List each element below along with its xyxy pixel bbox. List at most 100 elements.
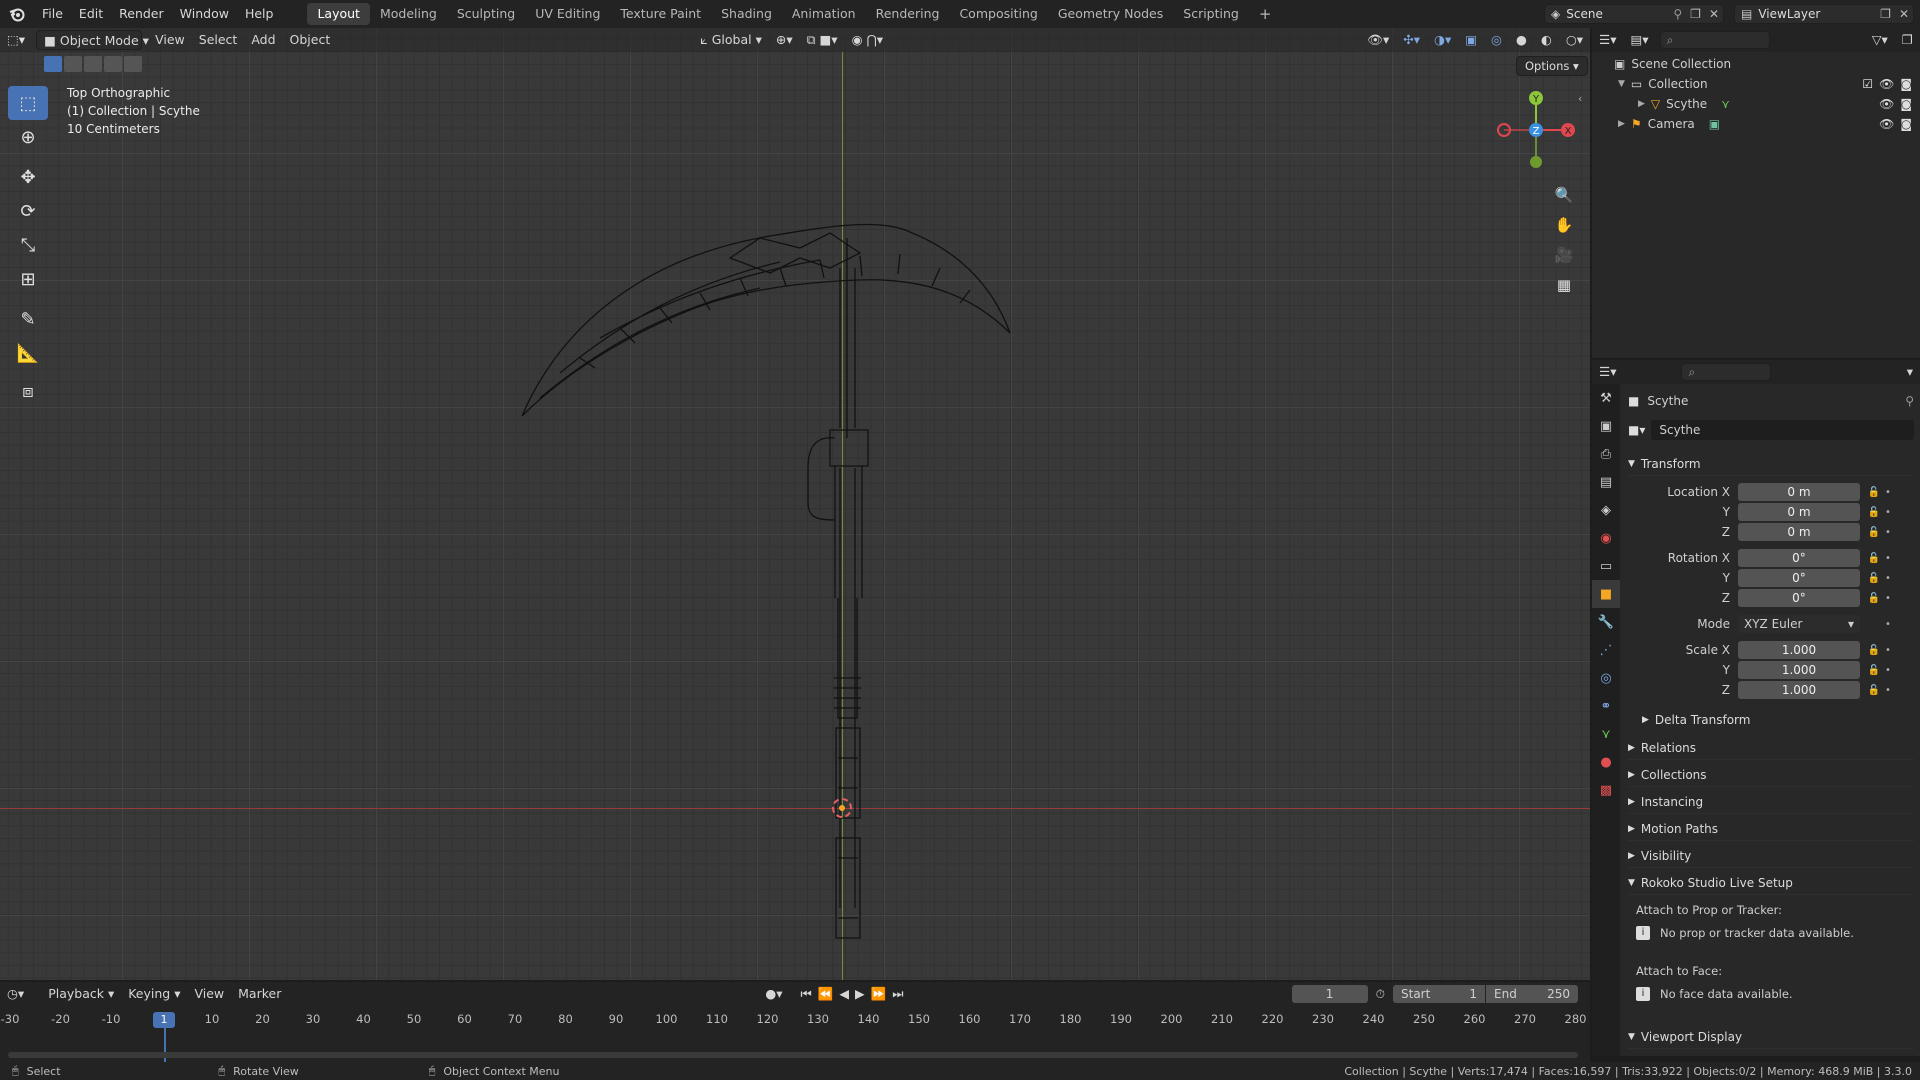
scene-selector[interactable]: ◈ Scene ⚲ ❐ ✕ [1544,4,1724,24]
new-view-layer-icon[interactable]: ❐ [1876,7,1895,21]
keyframe-dot-icon[interactable]: • [1882,645,1894,656]
measure-tool-icon[interactable]: 📐 [8,336,48,370]
outliner-row-scythe[interactable]: ▶ ▽ Scythe ⋎ 👁 ◙ [1592,94,1920,114]
pivot-point-icon[interactable]: ⊕▾ [769,30,800,50]
texture-tab-icon[interactable]: ▩ [1592,776,1620,804]
gizmo-y-negative[interactable] [1530,156,1542,168]
select-box-tool-icon[interactable]: ⬚ [8,86,48,120]
outliner-search-input[interactable]: ⌕ [1659,31,1770,49]
keying-menu[interactable]: Keying ▾ [121,984,187,1004]
instancing-panel-header[interactable]: ▶ Instancing [1628,790,1914,814]
expand-arrow-icon[interactable]: ▼ [1618,79,1625,89]
zoom-icon[interactable]: 🔍 [1551,182,1577,208]
output-tab-icon[interactable]: ⎙ [1592,440,1620,468]
shading-solid-icon[interactable]: ● [1509,30,1534,50]
playhead-frame-marker[interactable]: 1 [153,1012,175,1028]
keyframe-dot-icon[interactable]: • [1882,507,1894,518]
world-tab-icon[interactable]: ◉ [1592,524,1620,552]
play-icon[interactable]: ▶ [852,984,868,1004]
workspace-tab-rendering[interactable]: Rendering [866,3,950,25]
visibility-panel-header[interactable]: ▶ Visibility [1628,844,1914,868]
rokoko-panel-header[interactable]: ▼ Rokoko Studio Live Setup [1628,871,1914,895]
lock-icon[interactable]: 🔓 [1866,685,1882,696]
workspace-tab-animation[interactable]: Animation [782,3,866,25]
workspace-tab-shading[interactable]: Shading [711,3,782,25]
view-layer-selector[interactable]: ▤ ViewLayer ❐ ✕ [1734,4,1914,24]
relations-panel-header[interactable]: ▶ Relations [1628,736,1914,760]
transform-panel-header[interactable]: ▼ Transform [1628,452,1914,476]
menu-window[interactable]: Window [172,0,237,28]
motion-paths-panel-header[interactable]: ▶ Motion Paths [1628,817,1914,841]
select-subtract-icon[interactable] [84,56,102,72]
timeline-scrollbar[interactable] [8,1052,1578,1058]
lock-icon[interactable]: 🔓 [1866,527,1882,538]
select-new-icon[interactable] [44,56,62,72]
menu-select[interactable]: Select [192,30,245,50]
workspace-tab-modeling[interactable]: Modeling [370,3,447,25]
viewport-display-panel-header[interactable]: ▼ Viewport Display [1628,1025,1914,1049]
location-x-field[interactable]: 0 m [1738,483,1860,501]
shading-wireframe-icon[interactable]: ◎ [1484,30,1509,50]
jump-next-keyframe-icon[interactable]: ⏩ [868,984,890,1004]
modifier-tab-icon[interactable]: 🔧 [1592,608,1620,636]
select-extend-icon[interactable] [64,56,82,72]
properties-options-icon[interactable]: ▾ [1900,362,1920,382]
keyframe-dot-icon[interactable]: • [1882,619,1894,630]
scale-z-field[interactable]: 1.000 [1738,681,1860,699]
workspace-tab-scripting[interactable]: Scripting [1173,3,1249,25]
display-mode-icon[interactable]: ▤▾ [1623,30,1655,50]
current-frame-field[interactable]: 1 [1291,985,1368,1003]
rotate-tool-icon[interactable]: ⟳ [8,194,48,228]
cursor-tool-icon[interactable]: ⊕ [8,120,48,154]
eye-icon[interactable]: 👁 [1879,117,1894,131]
rotation-x-field[interactable]: 0° [1738,549,1860,567]
keyframe-dot-icon[interactable]: • [1882,573,1894,584]
collection-tab-icon[interactable]: ▭ [1592,552,1620,580]
camera-render-icon[interactable]: ◙ [1900,77,1912,91]
checkbox-icon[interactable]: ☑ [1862,77,1873,91]
blender-logo-icon[interactable] [0,6,34,22]
annotate-tool-icon[interactable]: ✎ [8,302,48,336]
end-frame-field[interactable]: End 250 [1486,985,1578,1003]
transform-orientation-dropdown[interactable]: ⟀ Global ▾ [693,30,769,50]
stopwatch-icon[interactable]: ⏱ [1376,987,1385,1002]
workspace-tab-compositing[interactable]: Compositing [949,3,1047,25]
gizmo-toggle-icon[interactable]: ✣▾ [1396,30,1427,50]
shading-material-icon[interactable]: ◐ [1534,30,1559,50]
object-type-dropdown[interactable]: ■▾ [1628,423,1645,437]
workspace-tab-layout[interactable]: Layout [307,3,370,25]
overlays-toggle-icon[interactable]: ◑▾ [1427,30,1458,50]
object-name-field[interactable]: Scythe [1651,420,1914,440]
rotation-mode-dropdown[interactable]: XYZ Euler ▾ [1738,615,1860,633]
workspace-tab-geometry-nodes[interactable]: Geometry Nodes [1048,3,1173,25]
lock-icon[interactable]: 🔓 [1866,487,1882,498]
playback-menu[interactable]: Playback ▾ [41,984,121,1004]
workspace-tab-uv-editing[interactable]: UV Editing [525,3,610,25]
scale-y-field[interactable]: 1.000 [1738,661,1860,679]
pin-icon[interactable]: ⚲ [1669,7,1686,21]
jump-start-icon[interactable]: ⏮ [798,984,815,1004]
object-mode-dropdown[interactable]: ■ Object Mode ▾ [36,30,149,50]
camera-render-icon[interactable]: ◙ [1900,97,1912,111]
3d-viewport[interactable]: ⬚▾ ■ Object Mode ▾ View Select Add Objec… [0,28,1590,980]
delete-view-layer-icon[interactable]: ✕ [1895,7,1913,21]
add-workspace-icon[interactable]: + [1249,3,1282,25]
ortho-grid-icon[interactable]: ▦ [1551,272,1577,298]
transform-tool-icon[interactable]: ⊞ [8,262,48,296]
menu-view[interactable]: View [148,30,192,50]
keyframe-dot-icon[interactable]: • [1882,553,1894,564]
navigation-gizmo[interactable]: Y X Z [1492,84,1582,174]
physics-tab-icon[interactable]: ◎ [1592,664,1620,692]
lock-icon[interactable]: 🔓 [1866,507,1882,518]
new-collection-icon[interactable]: ❐ [1895,30,1920,50]
filter-icon[interactable]: ▽▾ [1865,30,1895,50]
material-tab-icon[interactable]: ● [1592,748,1620,776]
outliner-row-collection[interactable]: ▼ ▭ Collection ☑ 👁 ◙ [1592,74,1920,94]
eye-icon[interactable]: 👁 [1879,77,1894,91]
options-dropdown[interactable]: Options ▾ [1516,56,1588,76]
tool-tab-icon[interactable]: ⚒ [1592,384,1620,412]
outliner-editor-type-icon[interactable]: ☰▾ [1592,30,1623,50]
menu-render[interactable]: Render [111,0,172,28]
keyframe-dot-icon[interactable]: • [1882,487,1894,498]
menu-file[interactable]: File [34,0,71,28]
